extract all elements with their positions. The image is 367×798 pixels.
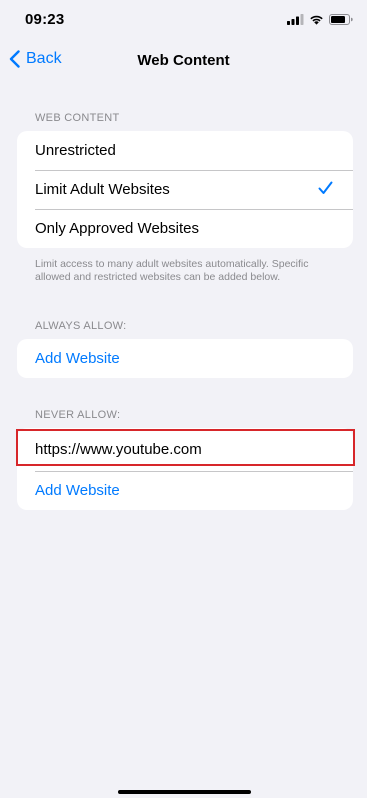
option-unrestricted[interactable]: Unrestricted	[17, 131, 353, 170]
battery-icon	[329, 13, 353, 25]
option-label: Limit Adult Websites	[35, 181, 170, 198]
never-allow-add-website-button[interactable]: Add Website	[17, 471, 353, 510]
always-allow-group: Add Website	[17, 339, 353, 378]
status-bar: 09:23	[0, 0, 367, 40]
never-allow-site-row[interactable]: https://www.youtube.com	[17, 428, 353, 471]
status-icons	[287, 12, 353, 26]
wifi-icon	[310, 15, 323, 25]
web-content-footer-text: Limit access to many adult websites auto…	[35, 258, 309, 283]
option-limit-adult-websites[interactable]: Limit Adult Websites	[17, 170, 353, 209]
status-time: 09:23	[25, 11, 65, 28]
option-only-approved-websites[interactable]: Only Approved Websites	[17, 209, 353, 248]
never-allow-group: https://www.youtube.com Add Website	[17, 428, 353, 510]
option-label: Unrestricted	[35, 142, 116, 159]
web-content-section-header: WEB CONTENT	[35, 112, 120, 124]
cellular-signal-icon	[287, 13, 304, 25]
always-allow-add-website-button[interactable]: Add Website	[17, 339, 353, 378]
site-url: https://www.youtube.com	[35, 441, 202, 458]
add-website-label: Add Website	[35, 482, 120, 499]
navigation-bar: Back Web Content	[0, 44, 367, 78]
checkmark-icon	[318, 181, 333, 194]
option-label: Only Approved Websites	[35, 220, 199, 237]
web-content-options-group: Unrestricted Limit Adult Websites Only A…	[17, 131, 353, 248]
never-allow-section-header: NEVER ALLOW:	[35, 409, 121, 421]
page-title: Web Content	[137, 52, 230, 69]
always-allow-section-header: ALWAYS ALLOW:	[35, 320, 127, 332]
home-indicator[interactable]	[118, 790, 251, 794]
add-website-label: Add Website	[35, 350, 120, 367]
web-content-screen: 09:23 Back Web Content WEB CONTENT Unres…	[0, 0, 367, 798]
